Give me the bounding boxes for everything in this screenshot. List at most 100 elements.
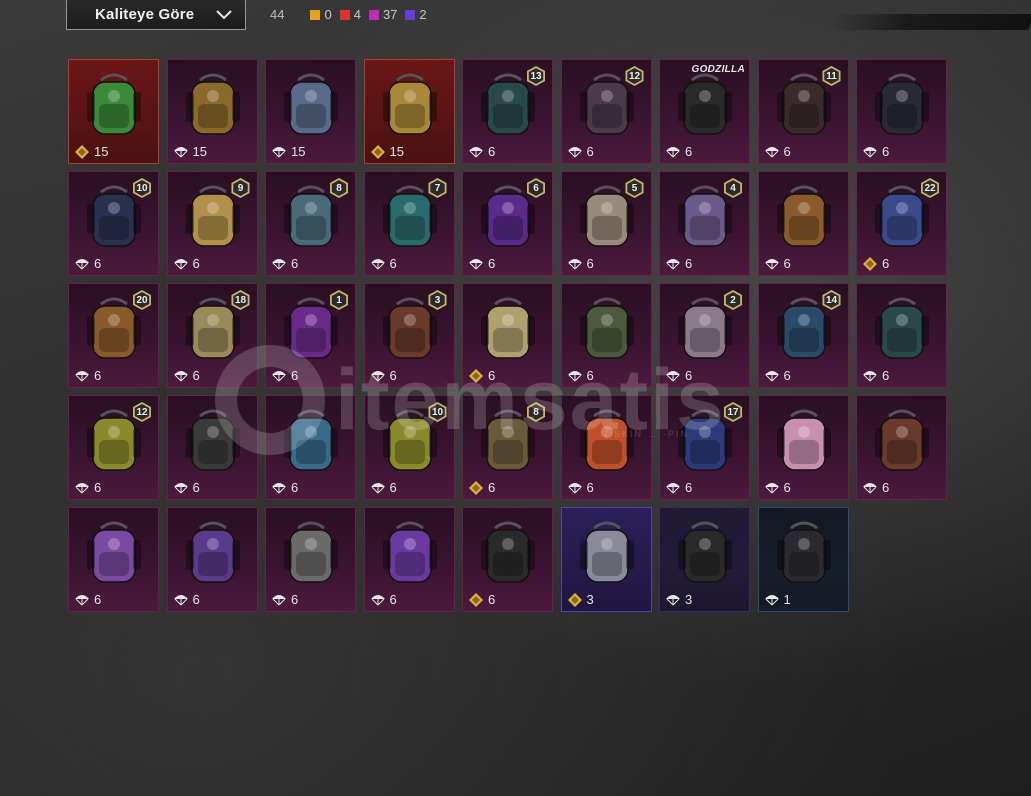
backpack-item[interactable]: 6 <box>757 171 849 276</box>
backpack-icon <box>481 521 535 583</box>
item-count: 6 <box>192 256 200 271</box>
parachute-icon <box>271 481 287 495</box>
item-footer: 6 <box>567 368 594 383</box>
item-count: 1 <box>783 592 791 607</box>
backpack-item[interactable]: 86 <box>265 171 356 276</box>
backpack-item[interactable]: 20 6 <box>68 283 159 388</box>
backpack-item[interactable]: 6 <box>560 395 652 500</box>
backpack-item[interactable]: 15 <box>166 59 258 164</box>
backpack-icon <box>284 521 338 583</box>
backpack-item[interactable]: 6 <box>856 395 947 500</box>
backpack-icon <box>87 521 141 583</box>
item-count: 6 <box>685 256 693 271</box>
parachute-icon <box>468 257 484 271</box>
backpack-item[interactable]: 22 6 <box>856 171 947 276</box>
item-count: 6 <box>685 144 693 159</box>
pink-square-icon <box>368 9 379 20</box>
backpack-item[interactable]: 3 <box>659 507 750 612</box>
item-footer: 15 <box>74 144 108 159</box>
backpack-item[interactable]: 11 6 <box>757 59 849 164</box>
backpack-item[interactable]: 36 <box>363 283 455 388</box>
backpack-item[interactable]: 6 <box>462 283 553 388</box>
backpack-item[interactable]: 18 6 <box>166 283 258 388</box>
backpack-item[interactable]: 6 <box>166 507 258 612</box>
gold-coin-icon <box>74 144 90 159</box>
item-footer: 6 <box>173 480 200 495</box>
backpack-item[interactable]: 6 <box>166 395 258 500</box>
collab-logo-label: GODZILLA <box>691 64 745 75</box>
backpack-item[interactable]: 6 <box>265 507 356 612</box>
backpack-item[interactable]: 1 <box>757 507 849 612</box>
backpack-item[interactable]: 12 6 <box>68 395 159 500</box>
parachute-icon <box>271 369 287 383</box>
parachute-icon <box>764 257 780 271</box>
parachute-icon <box>370 481 386 495</box>
item-footer: 6 <box>271 592 298 607</box>
backpack-item[interactable]: 13 6 <box>462 59 553 164</box>
backpack-item[interactable]: 16 <box>265 283 356 388</box>
backpack-item[interactable]: 15 <box>265 59 356 164</box>
backpack-item[interactable]: 66 <box>462 171 553 276</box>
backpack-item[interactable]: 6 <box>757 395 849 500</box>
backpack-item[interactable]: 6 <box>856 283 947 388</box>
backpack-item[interactable]: 10 6 <box>363 395 455 500</box>
backpack-item[interactable]: 86 <box>462 395 553 500</box>
backpack-item[interactable]: 14 6 <box>757 283 849 388</box>
item-footer: 6 <box>468 256 495 271</box>
parachute-icon <box>271 593 287 607</box>
item-count: 3 <box>586 592 594 607</box>
item-count: 6 <box>783 256 791 271</box>
item-count: 6 <box>488 480 496 495</box>
backpack-item[interactable]: 76 <box>363 171 455 276</box>
backpack-icon <box>284 409 338 471</box>
backpack-item[interactable]: 56 <box>560 171 652 276</box>
backpack-item[interactable]: 26 <box>659 283 750 388</box>
item-count: 6 <box>488 256 496 271</box>
parachute-icon <box>468 145 484 159</box>
item-count: 6 <box>783 368 791 383</box>
item-footer: 6 <box>370 480 397 495</box>
item-footer: 6 <box>665 480 692 495</box>
parachute-icon <box>173 481 189 495</box>
item-count: 6 <box>291 480 299 495</box>
item-footer: 3 <box>567 592 594 607</box>
parachute-icon <box>173 369 189 383</box>
gold-coin-icon <box>468 592 484 607</box>
parachute-icon <box>74 369 90 383</box>
item-count: 15 <box>192 144 207 159</box>
parachute-icon <box>74 481 90 495</box>
backpack-item[interactable]: 6 <box>265 395 356 500</box>
backpack-icon <box>579 409 634 471</box>
item-footer: 3 <box>665 592 692 607</box>
item-footer: 6 <box>862 480 889 495</box>
backpack-item[interactable]: 6 <box>68 507 159 612</box>
backpack-icon <box>185 521 240 583</box>
item-footer: 15 <box>370 144 404 159</box>
sort-dropdown-label: Kaliteye Göre <box>95 6 195 23</box>
item-count: 6 <box>192 592 200 607</box>
backpack-item[interactable]: 12 6 <box>560 59 652 164</box>
backpack-item[interactable]: 17 6 <box>659 395 750 500</box>
backpack-item[interactable]: 6 <box>856 59 947 164</box>
item-count: 6 <box>389 368 397 383</box>
backpack-icon <box>678 521 732 583</box>
parachute-icon <box>862 145 878 159</box>
sort-dropdown[interactable]: Kaliteye Göre <box>66 0 246 30</box>
backpack-item[interactable]: 6 <box>462 507 553 612</box>
backpack-item[interactable]: 6 <box>560 283 652 388</box>
backpack-item[interactable]: 6 <box>363 507 455 612</box>
backpack-item[interactable]: 3 <box>560 507 652 612</box>
red-square-icon <box>339 9 350 20</box>
parachute-icon <box>567 369 583 383</box>
backpack-icon <box>776 521 831 583</box>
backpack-item[interactable]: 46 <box>659 171 750 276</box>
parachute-icon <box>567 481 583 495</box>
backpack-item[interactable]: 15 <box>68 59 159 164</box>
parachute-icon <box>665 369 681 383</box>
item-count: 15 <box>94 144 109 159</box>
backpack-item[interactable]: GODZILLA 6 <box>659 59 750 164</box>
backpack-item[interactable]: 15 <box>363 59 455 164</box>
backpack-item[interactable]: 10 6 <box>68 171 159 276</box>
backpack-item[interactable]: 96 <box>166 171 258 276</box>
quality-count-pink: 37 <box>368 7 397 22</box>
